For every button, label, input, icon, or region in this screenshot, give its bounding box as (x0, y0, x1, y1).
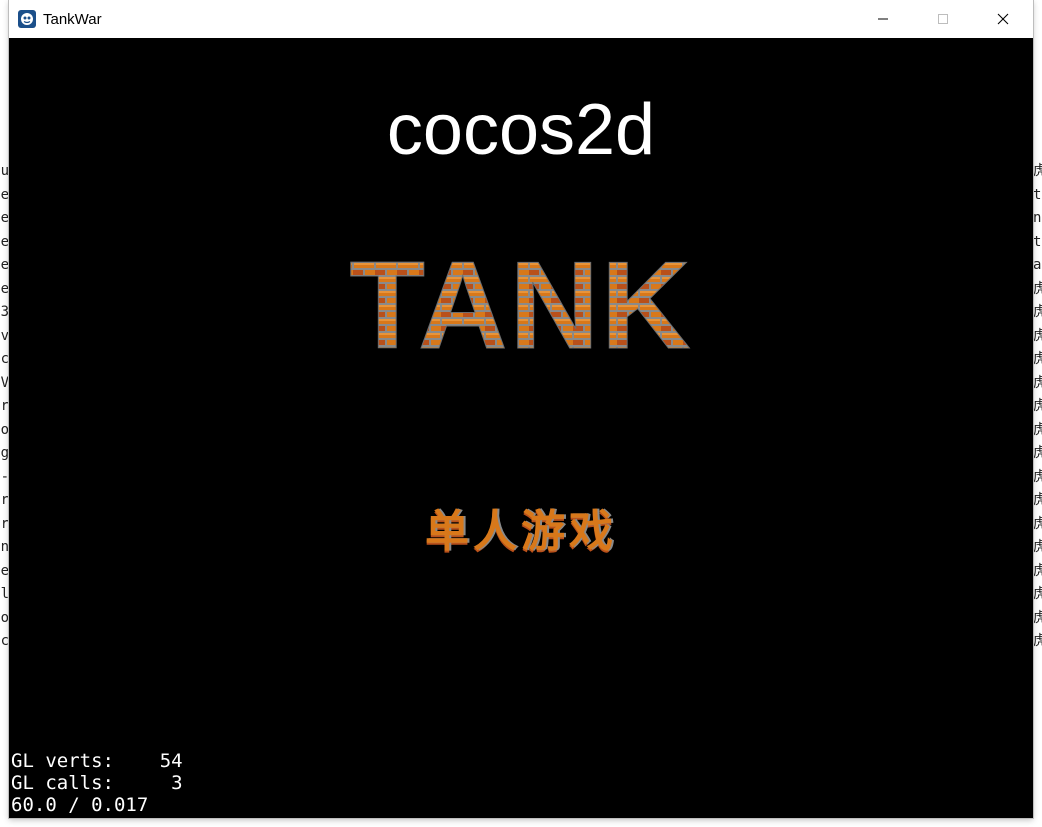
background-text-left: o (0, 421, 9, 438)
background-text-left: e (0, 233, 9, 250)
background-text-right: 虎 (1033, 468, 1042, 485)
window-controls (853, 0, 1033, 38)
tank-logo-text: TANK (349, 248, 692, 358)
background-text-right: 虎 (1033, 445, 1042, 461)
gl-verts-stat: GL verts: 54 (11, 750, 183, 772)
background-text-left: e (0, 257, 9, 273)
background-text-left: r (0, 515, 9, 532)
background-text-left: c (0, 351, 9, 367)
background-text-left: r (0, 492, 9, 508)
background-text-right: 虎 (1033, 327, 1042, 344)
title-bar[interactable]: TankWar (9, 0, 1033, 38)
background-text-right: 虎 (1033, 539, 1042, 555)
background-text-right: ts (1033, 186, 1042, 203)
background-text-left: e (0, 280, 9, 297)
single-player-button[interactable]: 单人游戏 (9, 504, 1033, 560)
background-text-left: e (0, 210, 9, 226)
game-canvas[interactable]: cocos2d TANK 单人游戏 GL verts: 54 GL calls: … (9, 38, 1033, 818)
background-text-left: u (0, 163, 9, 179)
background-editor-left: ueeeee3vcVrog-rrneloc (0, 0, 9, 827)
background-text-left: l (0, 586, 9, 602)
background-text-right: t (1033, 233, 1042, 250)
debug-stats: GL verts: 54 GL calls: 3 60.0 / 0.017 (11, 750, 183, 816)
background-text-right: 虎 (1033, 280, 1042, 297)
background-text-right: 虎 (1033, 351, 1042, 367)
background-text-left: 3 (0, 304, 9, 320)
background-text-right: 虎 (1033, 492, 1042, 508)
fps-stat: 60.0 / 0.017 (11, 794, 149, 816)
background-text-left: c (0, 633, 9, 649)
background-text-right: 虎 (1033, 398, 1042, 414)
background-text-right: 虎 (1033, 515, 1042, 532)
background-text-right: 虎 (1033, 609, 1042, 626)
background-text-left: n (0, 539, 9, 555)
background-text-left: - (0, 468, 9, 485)
close-icon (997, 13, 1009, 25)
minimize-icon (878, 18, 888, 20)
background-text-right: 虎 (1033, 304, 1042, 320)
minimize-button[interactable] (853, 0, 913, 38)
background-text-right: 虎 (1033, 633, 1042, 649)
app-icon (18, 10, 36, 28)
background-text-right: 虎 (1033, 586, 1042, 602)
background-text-right: ne (1033, 210, 1042, 226)
window-title: TankWar (43, 10, 102, 28)
background-text-right: ar (1033, 257, 1042, 273)
background-text-left: o (0, 609, 9, 626)
maximize-icon (938, 14, 948, 24)
background-text-left: e (0, 186, 9, 203)
background-text-left: g (0, 445, 9, 461)
background-text-left: V (0, 374, 9, 391)
background-text-left: v (0, 327, 9, 344)
close-button[interactable] (973, 0, 1033, 38)
background-text-right: 虎 (1033, 163, 1042, 179)
tank-logo: TANK (349, 248, 692, 358)
background-text-right: 虎 (1033, 421, 1042, 438)
maximize-button[interactable] (913, 0, 973, 38)
background-text-right: 虎 (1033, 562, 1042, 579)
background-text-left: e (0, 562, 9, 579)
gl-calls-stat: GL calls: 3 (11, 772, 183, 794)
app-window: TankWar cocos2d TANK 单人游戏 GL verts: 54 G… (9, 0, 1033, 818)
background-text-right: 虎 (1033, 374, 1042, 391)
background-editor-right: 虎tsnetar虎虎虎虎虎虎虎虎虎虎虎虎虎虎虎虎 (1033, 0, 1042, 827)
engine-label: cocos2d (386, 90, 656, 170)
background-text-left: r (0, 398, 9, 414)
